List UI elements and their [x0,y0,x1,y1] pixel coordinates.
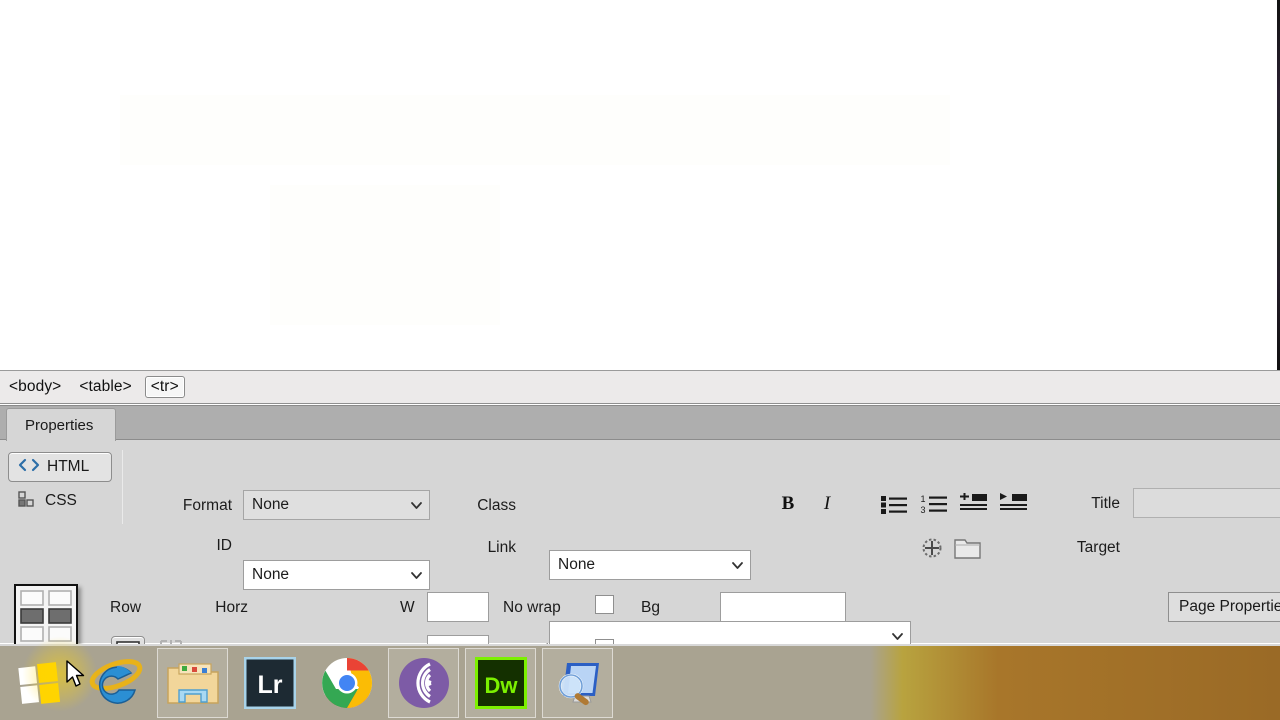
panel-tab-strip: Properties [0,406,1280,441]
browse-folder-icon[interactable] [954,538,982,560]
svg-text:1: 1 [921,494,926,504]
chevron-down-icon [892,633,903,640]
windows-taskbar: Lr Dw [0,644,1280,720]
tag-selector-bar: <body> <table> <tr> [0,370,1280,404]
taskbar-item-file-explorer[interactable] [154,646,231,720]
file-explorer-icon [166,663,219,704]
format-select[interactable]: None [243,490,430,520]
bg-color-input[interactable] [720,592,846,622]
css-grid-icon [18,490,38,512]
title-input[interactable] [1133,488,1280,518]
indent-icon[interactable] [1000,492,1028,516]
chevron-down-icon [732,562,743,569]
taskbar-item-chrome[interactable] [308,646,385,720]
width-input[interactable] [427,592,489,622]
css-mode-label: CSS [45,492,77,509]
target-label: Target [1076,539,1120,556]
document-canvas[interactable] [0,0,1280,370]
page-properties-label: Page Properties... [1179,598,1280,615]
id-select-value: None [252,566,290,583]
taskbar-item-internet-explorer[interactable] [77,646,154,720]
bg-label: Bg [641,599,660,616]
title-label: Title [1091,495,1120,512]
bold-button[interactable]: B [775,491,801,517]
internet-explorer-icon [89,659,142,704]
windows-logo-icon [17,662,60,704]
nowrap-label: No wrap [503,599,561,616]
taskbar-item-bittorrent[interactable] [385,646,462,720]
format-label: Format [182,497,232,514]
tag-selector-tr[interactable]: <tr> [144,376,185,398]
chrome-icon [321,657,372,708]
ordered-list-icon[interactable]: 1 3 [920,492,948,516]
id-label: ID [216,537,233,554]
tag-selector-body[interactable]: <body> [4,377,66,397]
class-select-value: None [558,556,596,573]
class-label: Class [477,497,516,514]
css-mode-button[interactable]: CSS [8,486,112,516]
screen: <body> <table> <tr> Properties HTML CSS … [0,0,1280,720]
chevron-down-icon [411,572,422,579]
lightroom-icon: Lr [243,657,296,709]
format-select-value: None [252,496,290,513]
link-label: Link [487,539,516,556]
canvas-ghost-artifact [120,95,950,165]
mouse-cursor [66,660,85,687]
mode-divider [122,450,123,524]
tag-selector-table[interactable]: <table> [74,377,136,397]
properties-body: HTML CSS Format None ID None Class None … [0,440,1280,681]
row-label: Row [110,599,142,616]
nowrap-checkbox[interactable] [595,595,614,614]
bittorrent-icon [398,658,449,708]
taskbar-item-lightroom[interactable]: Lr [231,646,308,720]
page-properties-button[interactable]: Page Properties... [1168,592,1280,622]
svg-text:Lr: Lr [257,671,282,699]
horz-label: Horz [215,599,248,616]
svg-text:3: 3 [921,505,926,515]
magnifier-screen-icon [558,663,599,706]
properties-panel: Properties HTML CSS Format None ID None … [0,405,1280,681]
width-label: W [400,599,415,616]
taskbar-item-dreamweaver[interactable]: Dw [462,646,539,720]
class-select[interactable]: None [549,550,751,580]
taskbar-item-screen-magnifier[interactable] [539,646,616,720]
html-mode-button[interactable]: HTML [8,452,112,482]
canvas-ghost-artifact [270,185,500,325]
mode-toggle-group: HTML CSS [8,452,112,516]
html-mode-label: HTML [47,458,90,475]
table-cell-icon[interactable] [14,584,78,648]
code-brackets-icon [18,458,40,477]
outdent-icon[interactable] [960,492,988,516]
tab-properties-label: Properties [25,416,94,434]
point-to-file-icon[interactable] [920,536,944,560]
italic-button[interactable]: I [814,491,840,517]
unordered-list-icon[interactable] [880,492,908,516]
svg-text:Dw: Dw [484,673,518,698]
chevron-down-icon [411,502,422,509]
id-select[interactable]: None [243,560,430,590]
dreamweaver-icon: Dw [474,657,527,709]
tab-properties[interactable]: Properties [6,408,117,441]
